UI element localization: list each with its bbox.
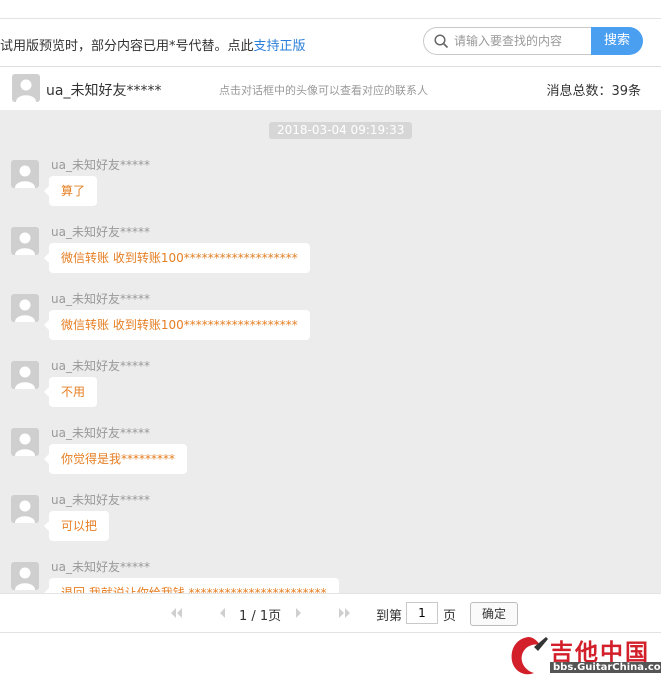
message-avatar[interactable] xyxy=(11,361,39,389)
page-number-input[interactable] xyxy=(406,602,438,624)
message-bubble: 你觉得是我********* xyxy=(43,444,188,474)
message-item: ua_未知好友***** 可以把 xyxy=(11,491,611,551)
search-bar: 搜索 xyxy=(423,27,643,55)
message-item: ua_未知好友***** 不用 xyxy=(11,357,611,417)
top-divider xyxy=(0,18,661,19)
message-total: 消息总数：39条 xyxy=(546,84,641,99)
chat-timestamp: 2018-03-04 09:19:33 xyxy=(269,122,413,139)
next-page-icon[interactable] xyxy=(293,606,305,620)
message-bubble: 微信转账 收到转账100******************* xyxy=(44,310,310,340)
user-icon xyxy=(15,165,35,188)
page-unit: 页 xyxy=(443,609,457,624)
message-avatar[interactable] xyxy=(11,294,39,322)
user-icon xyxy=(15,500,35,523)
message-item: ua_未知好友***** 退回 我就说让你给我钱 ***************… xyxy=(11,558,611,593)
message-sender: ua_未知好友***** xyxy=(51,158,150,172)
watermark-url: bbs.GuitarChina.com xyxy=(550,662,661,673)
confirm-button[interactable]: 确定 xyxy=(470,602,518,626)
message-item: ua_未知好友***** 你觉得是我********* xyxy=(11,424,611,484)
message-avatar[interactable] xyxy=(11,495,39,523)
message-avatar[interactable] xyxy=(11,562,39,590)
user-icon xyxy=(15,433,35,456)
message-sender: ua_未知好友***** xyxy=(51,292,150,306)
message-sender: ua_未知好友***** xyxy=(51,225,150,239)
conversation-header: ua_未知好友***** 点击对话框中的头像可以查看对应的联系人 消息总数：39… xyxy=(0,66,661,111)
message-sender: ua_未知好友***** xyxy=(51,426,150,440)
message-bubble: 微信转账 收到转账100******************* xyxy=(44,243,310,273)
goto-label: 到第 xyxy=(376,609,403,624)
trial-notice-text: 试用版预览时，部分内容已用*号代替。点此 xyxy=(0,39,254,54)
prev-page-icon[interactable] xyxy=(216,606,228,620)
search-box xyxy=(423,27,610,55)
message-avatar[interactable] xyxy=(11,160,39,188)
support-link[interactable]: 支持正版 xyxy=(254,39,306,54)
message-item: ua_未知好友***** 微信转账 收到转账100***************… xyxy=(11,290,611,350)
user-icon xyxy=(15,366,35,389)
message-bubble: 算了 xyxy=(43,176,98,206)
contact-avatar[interactable] xyxy=(12,74,40,102)
contact-name: ua_未知好友***** xyxy=(46,83,162,99)
search-input[interactable] xyxy=(454,32,604,50)
first-page-icon[interactable] xyxy=(169,606,183,620)
pagination-bar: 1 / 1页 到第 页 确定 xyxy=(0,593,661,633)
message-bubble: 退回 我就说让你给我钱 *********************** xyxy=(44,578,339,593)
message-bubble: 不用 xyxy=(43,377,98,407)
guitar-logo-icon xyxy=(511,637,548,675)
message-item: ua_未知好友***** 算了 xyxy=(11,156,611,216)
page-info: 1 / 1页 xyxy=(239,609,282,624)
user-icon xyxy=(16,79,36,102)
site-watermark: 吉他中国 bbs.GuitarChina.com xyxy=(506,633,661,679)
trial-notice: 试用版预览时，部分内容已用*号代替。点此支持正版 xyxy=(0,35,306,54)
message-bubble: 可以把 xyxy=(43,511,110,541)
message-sender: ua_未知好友***** xyxy=(51,359,150,373)
user-icon xyxy=(15,232,35,255)
message-avatar[interactable] xyxy=(11,428,39,456)
message-item: ua_未知好友***** 微信转账 收到转账100***************… xyxy=(11,223,611,283)
message-sender: ua_未知好友***** xyxy=(51,493,150,507)
message-avatar[interactable] xyxy=(11,227,39,255)
message-sender: ua_未知好友***** xyxy=(51,560,150,574)
search-button[interactable]: 搜索 xyxy=(591,27,643,55)
last-page-icon[interactable] xyxy=(338,606,352,620)
user-icon xyxy=(15,567,35,590)
chat-area[interactable]: 2018-03-04 09:19:33 ua_未知好友***** 算了 ua_未… xyxy=(0,110,661,593)
header-hint: 点击对话框中的头像可以查看对应的联系人 xyxy=(219,84,428,97)
search-icon xyxy=(434,34,449,49)
user-icon xyxy=(15,299,35,322)
